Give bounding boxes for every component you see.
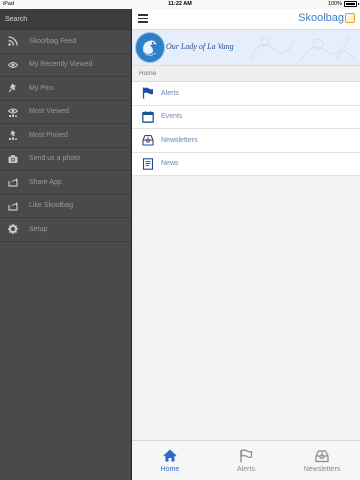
tab-bar: Home Alerts Newsletters (132, 440, 360, 480)
sidebar-item-label: Setup (29, 225, 48, 233)
breadcrumb: Home (132, 66, 360, 82)
camera-icon (7, 153, 19, 165)
brand-name: Skoolbag (298, 12, 344, 24)
status-time: 11:22 AM (168, 1, 192, 7)
brand-logo: Skoolbag (298, 12, 355, 24)
battery-percent: 100% (327, 1, 342, 7)
home-icon (163, 448, 177, 463)
pin-chart-icon (7, 129, 19, 141)
sidebar-search-label: Search (5, 15, 28, 23)
school-crest-icon (135, 32, 165, 63)
inbox-icon (141, 133, 155, 147)
sidebar-item-label: My Recently Viewed (29, 61, 93, 69)
sidebar: Search Skoolbag Feed My Recently Viewed … (0, 9, 131, 480)
list-item-label: News (161, 160, 179, 168)
sidebar-item-skoolbag-feed[interactable]: Skoolbag Feed (0, 30, 131, 54)
tab-label: Newsletters (303, 465, 341, 473)
tab-label: Home (160, 465, 180, 473)
sidebar-item-label: Send us a photo (29, 155, 80, 163)
tab-label: Alerts (237, 465, 255, 473)
sidebar-item-label: Most Viewed (29, 108, 69, 116)
sidebar-item-send-photo[interactable]: Send us a photo (0, 148, 131, 171)
tab-home[interactable]: Home (132, 441, 208, 480)
sidebar-item-like-skoolbag[interactable]: Like Skoolbag (0, 195, 131, 218)
eye-icon (7, 59, 19, 71)
sidebar-item-label: Like Skoolbag (29, 202, 73, 210)
list-item-label: Newsletters (161, 136, 198, 144)
list-item-newsletters[interactable]: Newsletters (132, 129, 360, 153)
document-icon (141, 157, 155, 171)
sidebar-item-my-pins[interactable]: My Pins (0, 77, 131, 101)
sidebar-item-label: My Pins (29, 84, 54, 92)
list-item-events[interactable]: Events (132, 105, 360, 129)
sidebar-item-most-viewed[interactable]: Most Viewed (0, 101, 131, 124)
bag-icon (345, 13, 355, 23)
navbar: Skoolbag (132, 9, 360, 30)
sidebar-item-share-app[interactable]: Share App (0, 171, 131, 195)
sidebar-item-label: Skoolbag Feed (29, 37, 77, 45)
rss-icon (7, 35, 19, 47)
eye-chart-icon (7, 106, 19, 118)
flag-icon (141, 86, 155, 100)
pin-icon (7, 82, 19, 94)
school-banner: Our Lady of La Vang (132, 30, 360, 66)
list-item-label: Alerts (161, 89, 179, 97)
battery-icon (344, 1, 359, 7)
sidebar-item-recently-viewed[interactable]: My Recently Viewed (0, 54, 131, 77)
gear-icon (7, 223, 19, 235)
banner-pattern (249, 35, 356, 63)
list-item-alerts[interactable]: Alerts (132, 82, 360, 106)
status-bar: iPad 11:22 AM 100% (0, 0, 360, 9)
share-icon (7, 200, 19, 212)
sidebar-item-setup[interactable]: Setup (0, 218, 131, 242)
content-list: Alerts Events Newsletters News (132, 82, 360, 176)
battery-indicator: 100% (327, 1, 359, 7)
calendar-icon (141, 110, 155, 124)
menu-icon[interactable] (138, 14, 148, 23)
inbox-icon (315, 449, 329, 463)
sidebar-item-label: Most Pinned (29, 131, 68, 139)
tab-alerts[interactable]: Alerts (208, 441, 284, 480)
flag-icon (239, 449, 253, 463)
main-panel: Skoolbag Our Lady of La Vang Home Alerts… (131, 9, 360, 480)
tab-newsletters[interactable]: Newsletters (284, 441, 360, 480)
breadcrumb-home[interactable]: Home (139, 70, 156, 77)
sidebar-item-label: Share App (29, 178, 62, 186)
list-item-news[interactable]: News (132, 152, 360, 176)
list-item-label: Events (161, 113, 183, 121)
sidebar-item-most-pinned[interactable]: Most Pinned (0, 124, 131, 148)
sidebar-search[interactable]: Search (0, 9, 131, 30)
school-name: Our Lady of La Vang (166, 42, 234, 51)
share-icon (7, 176, 19, 188)
